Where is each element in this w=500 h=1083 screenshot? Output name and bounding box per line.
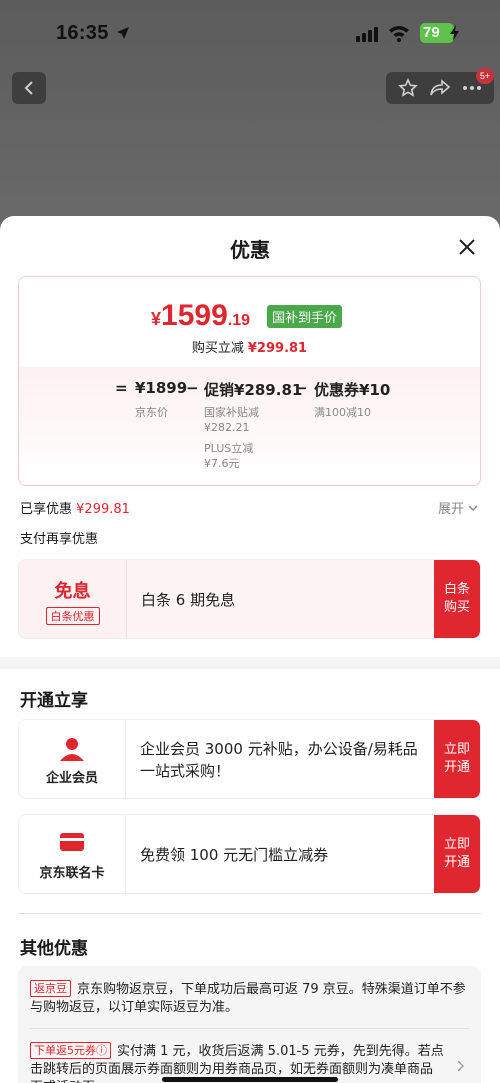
enterprise-member-label: 企业会员 [45,771,98,786]
open-cobrand-label: 立即 开通 [443,837,470,870]
national-subsidy-label: 国家补贴减 [204,406,259,419]
battery-icon: 79 [420,23,459,43]
wifi-icon [389,26,409,42]
equals-sign: = [115,379,128,397]
star-icon[interactable] [397,78,418,98]
sheet-title: 优惠 [230,238,270,262]
jd-bean-text: 京东购物返京豆，下单成功后最高可返 79 京豆。特殊渠道订单不参与购物返豆，以订… [30,982,466,1015]
home-indicator [162,1077,338,1082]
chevron-right-icon[interactable] [457,1060,465,1072]
back-button[interactable] [12,72,46,104]
list-item: 返京豆 京东购物返京豆，下单成功后最高可返 79 京豆。特殊渠道订单不参与购物返豆… [30,980,466,1017]
plus-discount-value: ¥7.6元 [204,457,240,470]
interest-free-title: 免息 [54,581,91,602]
baitiao-buy-button[interactable]: 白条 购买 [434,560,480,638]
row-divider [30,1028,470,1029]
jd-price-label: 京东价 [135,406,168,419]
credit-card-icon [60,833,84,851]
open-enterprise-button[interactable]: 立即 开通 [434,720,480,798]
other-offers-list: 返京豆 京东购物返京豆，下单成功后最高可返 79 京豆。特殊渠道订单不参与购物返豆… [18,966,481,1083]
status-time: 16:35 [56,22,109,44]
coupon-amount: 优惠券¥10 [314,381,391,399]
person-icon [60,738,84,761]
price-breakdown-card: ¥1599.19 国补到手价 购买立减 ¥299.81 = ¥1899 − 促销¥… [18,276,481,486]
enterprise-member-desc: 企业会员 3000 元补贴，办公设备/易耗品一站式采购！ [140,740,418,780]
price-currency: ¥ [151,309,162,329]
enjoyed-label: 已享优惠 [20,502,73,517]
enjoyed-discount: 已享优惠 ¥299.81 [20,498,130,517]
open-section-heading: 开通立享 [20,691,88,711]
minus-sign: − [186,379,199,397]
enterprise-member-card[interactable]: 企业会员 企业会员 3000 元补贴，办公设备/易耗品一站式采购！ 立即 开通 [18,719,481,799]
other-section-heading: 其他优惠 [20,939,88,959]
discount-sheet: 优惠 ¥1599.19 国补到手价 购买立减 ¥299.81 = ¥1899 − … [0,216,500,1083]
coupon-return-tag: 下单返5元券ⓘ [30,1042,111,1059]
baitiao-tag: 白条优惠 [45,607,100,625]
jd-bean-tag: 返京豆 [30,980,71,997]
section-divider [0,657,500,669]
price-decimal: .19 [227,312,251,329]
instant-discount-value: ¥299.81 [247,341,308,356]
cobrand-card-desc: 免费领 100 元无门槛立减券 [140,846,329,864]
share-icon[interactable] [429,78,451,98]
charging-bolt-icon [450,25,459,41]
coupon-condition: 满100减10 [314,406,371,419]
price-formula: = ¥1899 − 促销¥289.81 − 优惠券¥10 京东价 国家补贴减 ¥… [19,367,480,485]
expand-toggle[interactable]: 展开 [438,498,478,517]
final-price: ¥1599.19 [151,299,250,333]
cobrand-card-label: 京东联名卡 [39,866,105,881]
instant-discount-label: 购买立减 [191,341,244,356]
baitiao-buy-label: 白条 购买 [443,582,470,615]
price-integer: 1599 [161,299,228,332]
cellular-signal-icon [356,27,378,42]
close-icon[interactable] [456,236,478,258]
section-divider-line [18,913,481,914]
open-enterprise-label: 立即 开通 [443,742,470,775]
more-icon[interactable] [462,85,482,91]
interest-free-desc: 白条 6 期免息 [126,560,434,638]
cobrand-card-card[interactable]: 京东联名卡 免费领 100 元无门槛立减券 立即 开通 [18,814,481,894]
message-count-badge: 5+ [476,68,494,84]
pay-more-heading: 支付再享优惠 [20,532,99,547]
minus-sign: − [295,379,308,397]
subsidy-price-tag: 国补到手价 [267,305,343,328]
instant-discount-line: 购买立减 ¥299.81 [19,337,480,356]
plus-discount-label: PLUS立减 [204,442,254,455]
location-arrow-icon [117,27,129,39]
chevron-down-icon [468,505,478,511]
promo-amount: 促销¥289.81 [204,381,303,399]
open-cobrand-button[interactable]: 立即 开通 [434,815,480,893]
battery-level: 79 [423,24,440,41]
interest-free-card[interactable]: 免息 白条优惠 白条 6 期免息 白条 购买 [18,559,481,639]
jd-price: ¥1899 [135,379,188,397]
status-bar: 16:35 79 [0,0,500,68]
national-subsidy-value: ¥282.21 [204,421,250,434]
enjoyed-value: ¥299.81 [76,502,130,517]
expand-label: 展开 [438,502,465,517]
chevron-left-icon [24,81,33,95]
